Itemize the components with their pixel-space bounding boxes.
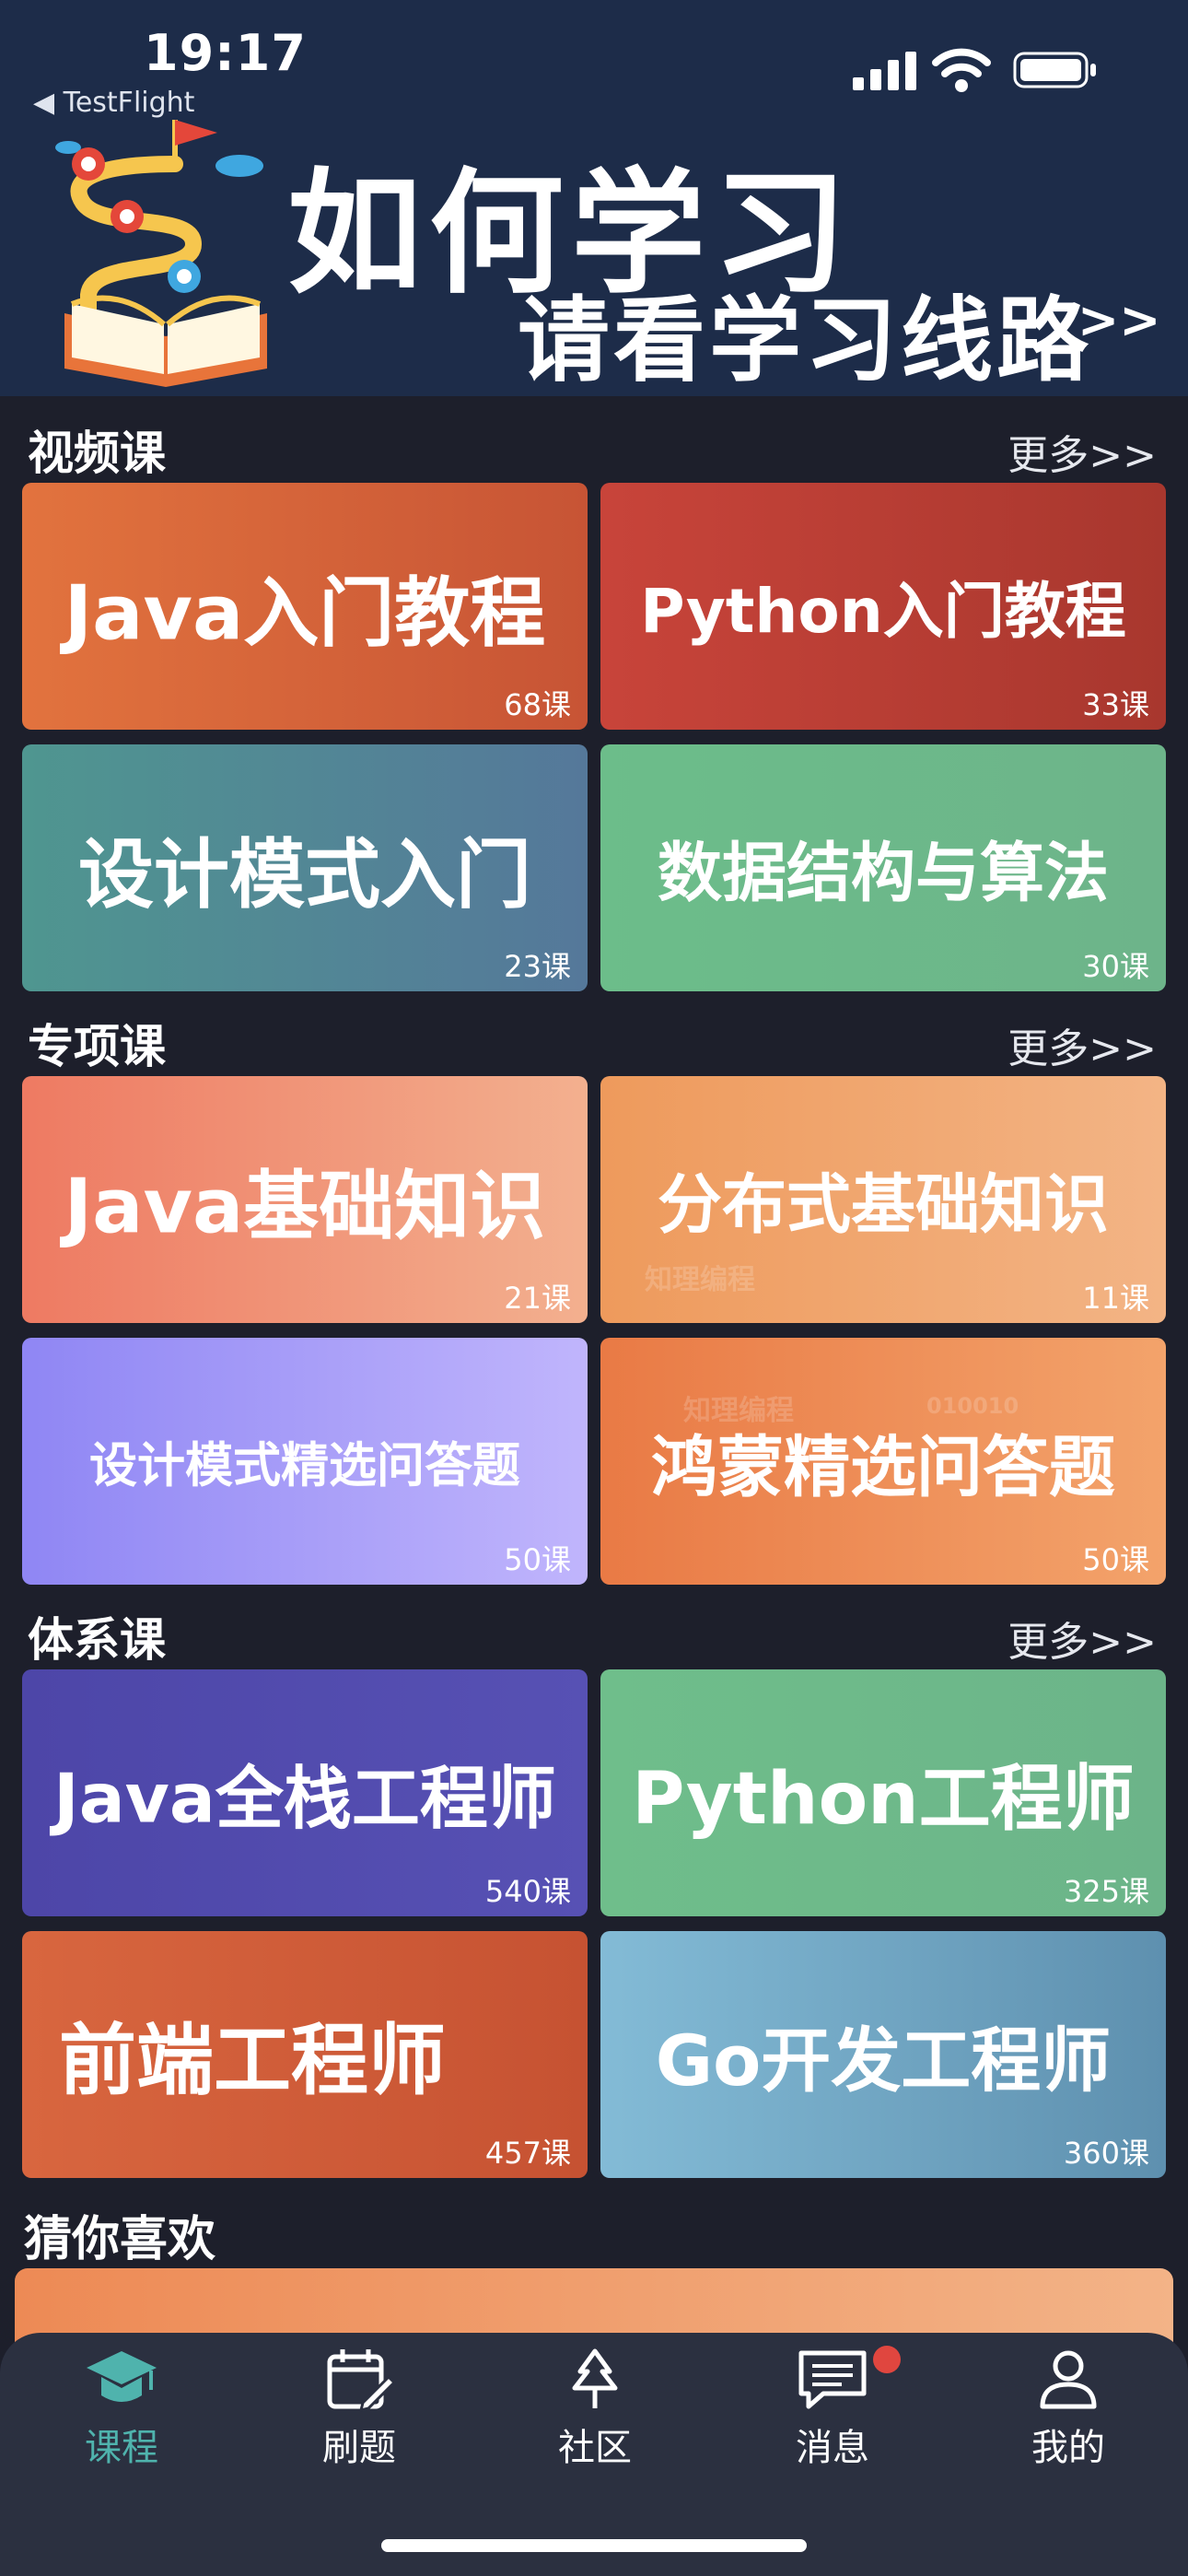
book-roadmap-icon bbox=[55, 120, 267, 387]
user-icon bbox=[1040, 2350, 1097, 2409]
course-card[interactable]: 前端工程师 457课 bbox=[22, 1931, 588, 2178]
lesson-count: 33课 bbox=[1082, 687, 1149, 722]
lesson-count: 30课 bbox=[1082, 949, 1149, 984]
tab-label: 社区 bbox=[558, 2427, 632, 2469]
more-link-system[interactable]: 更多>> bbox=[1007, 1609, 1157, 1668]
course-card[interactable]: 设计模式精选问答题 50课 bbox=[22, 1338, 588, 1585]
tab-label: 消息 bbox=[796, 2427, 869, 2469]
lesson-count: 540课 bbox=[484, 1874, 571, 1909]
message-icon bbox=[798, 2350, 867, 2409]
banner-arrow: >> bbox=[1077, 291, 1161, 349]
lesson-count: 11课 bbox=[1082, 1281, 1149, 1316]
section-title-guess: 猜你喜欢 bbox=[24, 2212, 216, 2267]
course-title: Java入门教程 bbox=[64, 569, 546, 658]
lesson-count: 360课 bbox=[1063, 2136, 1149, 2171]
wifi-icon bbox=[932, 48, 991, 92]
battery-icon bbox=[1013, 52, 1096, 88]
lesson-count: 457课 bbox=[484, 2136, 571, 2171]
course-card[interactable]: Java全栈工程师 540课 bbox=[22, 1669, 588, 1916]
tree-icon bbox=[572, 2348, 618, 2408]
tab-label: 课程 bbox=[85, 2427, 158, 2469]
tab-label: 刷题 bbox=[322, 2427, 396, 2469]
back-to-testflight-link[interactable]: ◀ TestFlight bbox=[33, 87, 194, 119]
course-title: 数据结构与算法 bbox=[658, 835, 1109, 911]
course-title: Java全栈工程师 bbox=[53, 1759, 556, 1839]
course-card[interactable]: Java基础知识 21课 bbox=[22, 1076, 588, 1323]
graduation-cap-icon bbox=[87, 2351, 157, 2402]
course-title: 设计模式精选问答题 bbox=[88, 1438, 520, 1494]
banner-subtitle: 请看学习线路 bbox=[518, 287, 1092, 394]
lesson-count: 50课 bbox=[504, 1542, 571, 1577]
course-card[interactable]: 数据结构与算法 30课 bbox=[600, 744, 1166, 991]
more-link-special[interactable]: 更多>> bbox=[1007, 1015, 1157, 1074]
course-card[interactable]: Python入门教程 33课 bbox=[600, 483, 1166, 730]
cellular-signal-icon bbox=[853, 52, 916, 90]
learning-path-banner[interactable]: 如何学习 请看学习线路 >> bbox=[0, 120, 1188, 396]
course-title: Go开发工程师 bbox=[655, 2020, 1112, 2102]
course-title: 前端工程师 bbox=[59, 2015, 447, 2106]
status-bar: 19:17 ◀ TestFlight bbox=[0, 0, 1188, 120]
lesson-count: 325课 bbox=[1063, 1874, 1149, 1909]
calendar-edit-icon bbox=[327, 2349, 396, 2412]
lesson-count: 21课 bbox=[504, 1281, 571, 1316]
lesson-count: 23课 bbox=[504, 949, 571, 984]
course-title: 分布式基础知识 bbox=[658, 1166, 1109, 1243]
lesson-count: 50课 bbox=[1082, 1542, 1149, 1577]
course-title: Python工程师 bbox=[632, 1758, 1135, 1841]
lesson-count: 68课 bbox=[504, 687, 571, 722]
course-card[interactable]: Java入门教程 68课 bbox=[22, 483, 588, 730]
watermark: 知理编程 bbox=[645, 1264, 755, 1296]
section-title-system: 体系课 bbox=[28, 1613, 166, 1667]
course-title: 设计模式入门 bbox=[77, 831, 531, 919]
tab-practice[interactable]: 刷题 bbox=[267, 2348, 451, 2476]
course-card[interactable]: 知理编程 分布式基础知识 11课 bbox=[600, 1076, 1166, 1323]
tab-label: 我的 bbox=[1031, 2427, 1105, 2469]
course-title: Python入门教程 bbox=[640, 576, 1126, 647]
course-card[interactable]: 知理编程 010010 鸿蒙精选问答题 50课 bbox=[600, 1338, 1166, 1585]
home-indicator[interactable] bbox=[381, 2539, 807, 2552]
more-link-video[interactable]: 更多>> bbox=[1007, 422, 1157, 481]
tab-profile[interactable]: 我的 bbox=[976, 2348, 1160, 2476]
section-title-video: 视频课 bbox=[28, 427, 166, 480]
course-card[interactable]: Python工程师 325课 bbox=[600, 1669, 1166, 1916]
course-card[interactable]: Go开发工程师 360课 bbox=[600, 1931, 1166, 2178]
course-title: 鸿蒙精选问答题 bbox=[650, 1428, 1115, 1506]
course-card[interactable]: 设计模式入门 23课 bbox=[22, 744, 588, 991]
status-time: 19:17 bbox=[144, 24, 307, 82]
message-notification-badge bbox=[873, 2346, 901, 2373]
tab-community[interactable]: 社区 bbox=[503, 2348, 687, 2476]
section-title-special: 专项课 bbox=[28, 1020, 166, 1073]
tab-courses[interactable]: 课程 bbox=[29, 2348, 214, 2476]
course-title: Java基础知识 bbox=[64, 1163, 546, 1251]
